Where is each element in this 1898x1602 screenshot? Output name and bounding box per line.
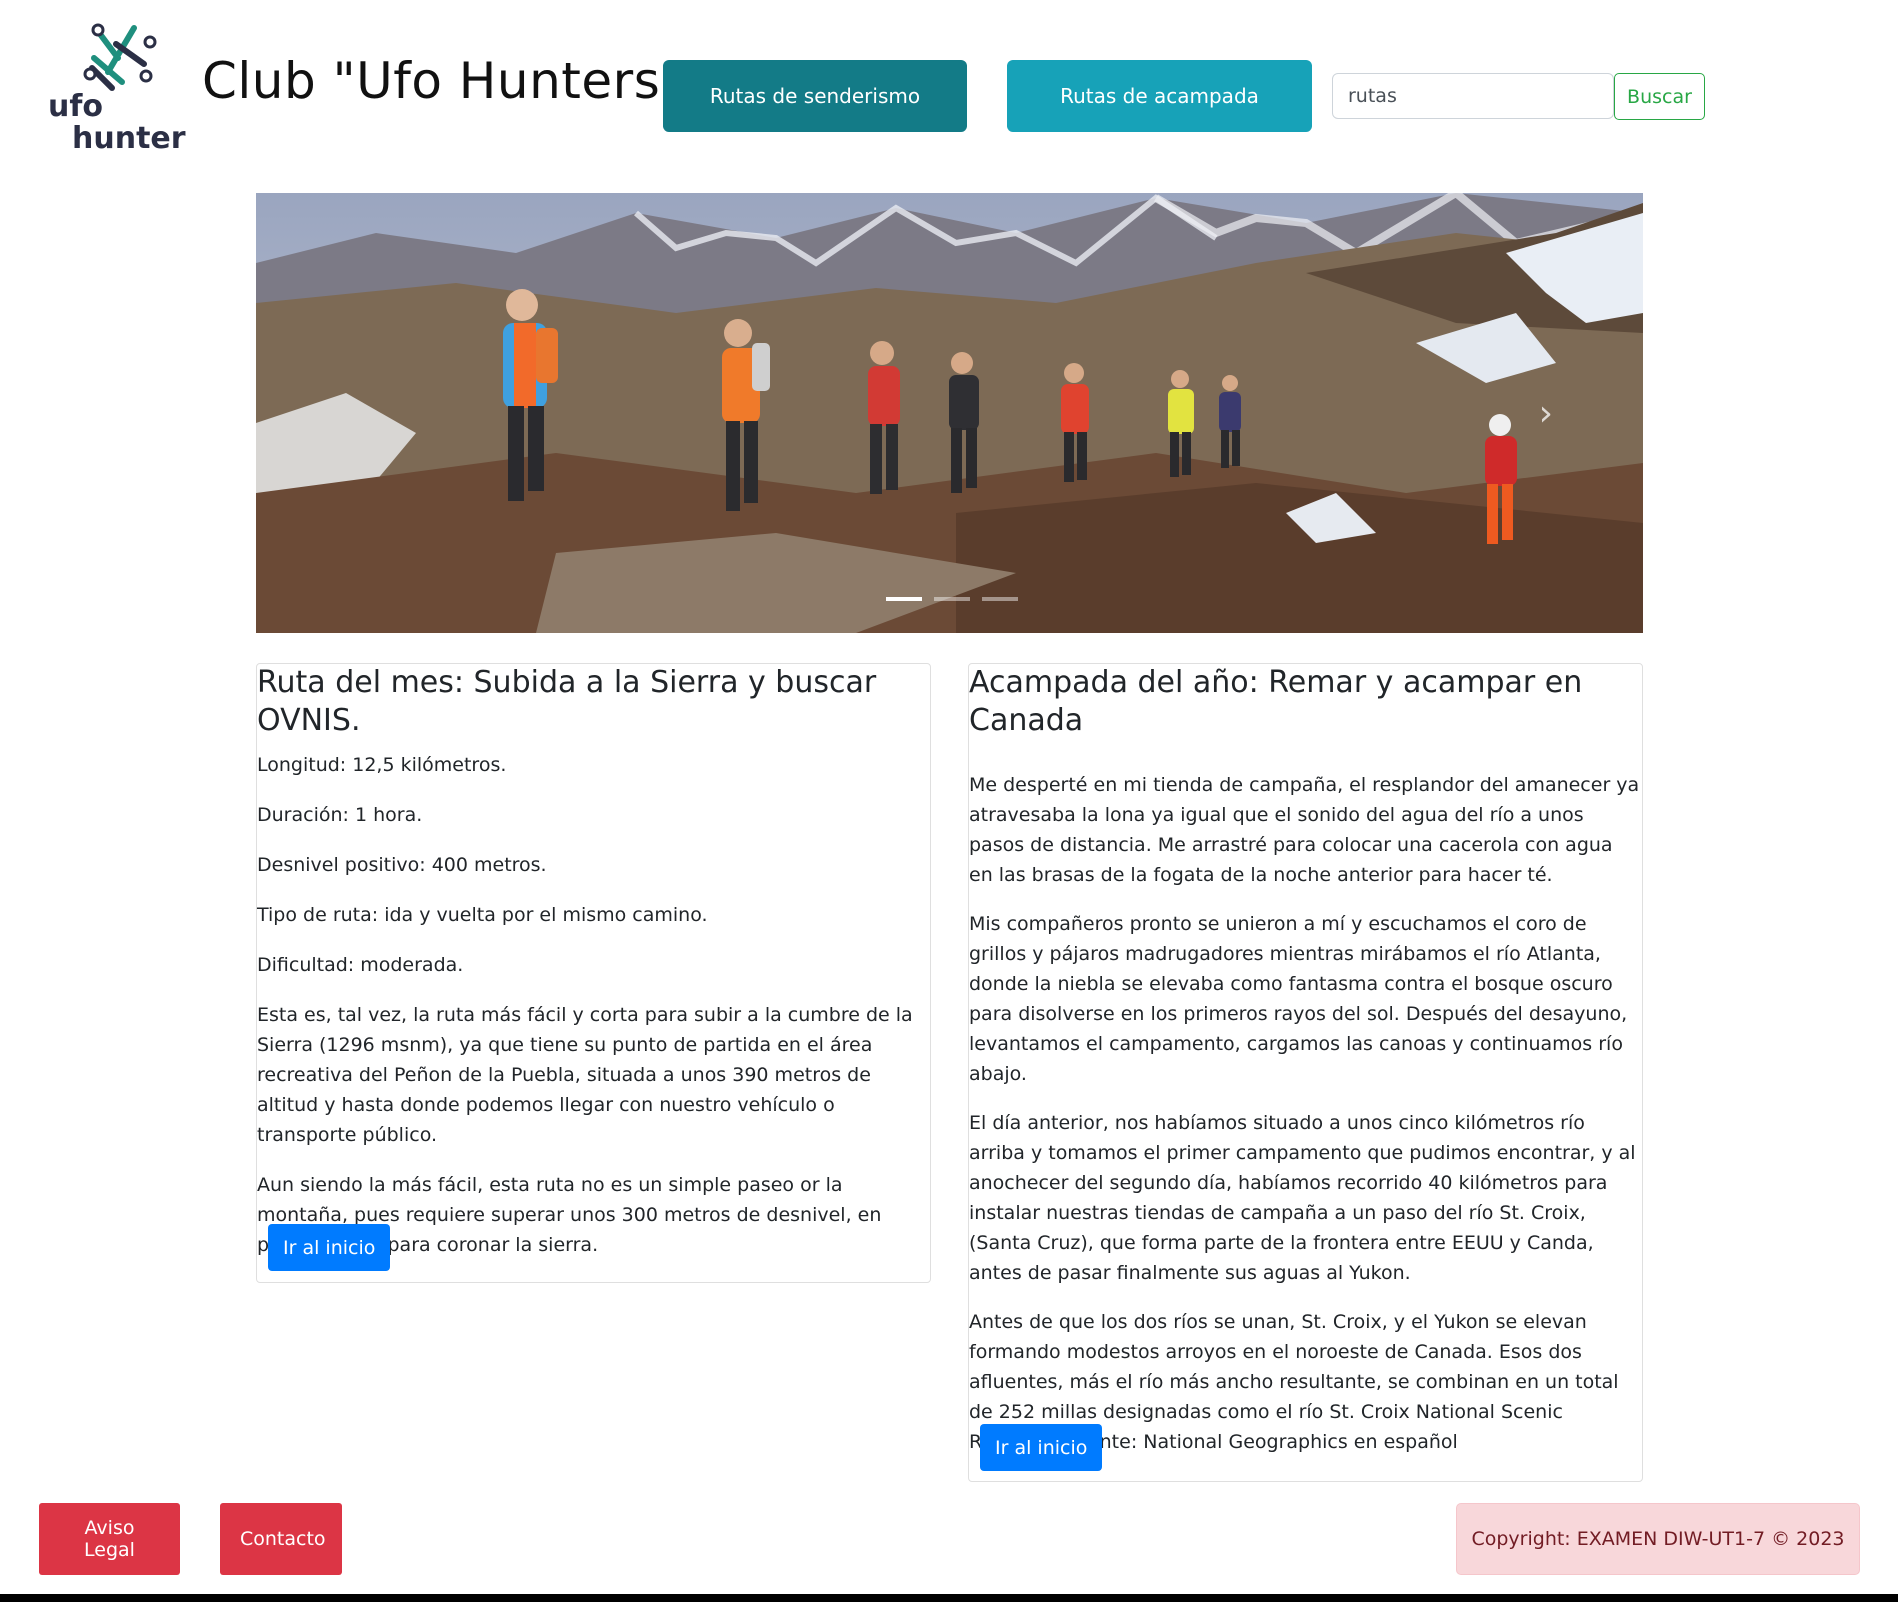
camp-of-year-card: Acampada del año: Remar y acampar en Can… — [968, 663, 1643, 1482]
logo-text-ufo: ufo — [48, 89, 103, 124]
route-elevation: Desnivel positivo: 400 metros. — [257, 854, 547, 876]
bottom-bar — [0, 1594, 1898, 1602]
copyright-notice: Copyright: EXAMEN DIW-UT1-7 © 2023 — [1456, 1503, 1860, 1575]
carousel-indicator-3[interactable] — [982, 597, 1018, 601]
camp-go-top-button[interactable]: Ir al inicio — [980, 1424, 1103, 1471]
logo-mark-icon — [83, 23, 157, 91]
route-length: Longitud: 12,5 kilómetros. — [257, 754, 507, 776]
search-button[interactable]: Buscar — [1614, 73, 1705, 120]
carousel-hikers-image — [256, 193, 1643, 633]
camp-paragraph-1: Me desperté en mi tienda de campaña, el … — [969, 774, 1640, 886]
camp-paragraph-3: El día anterior, nos habíamos situado a … — [969, 1112, 1636, 1284]
camp-card-title: Acampada del año: Remar y acampar en Can… — [969, 665, 1583, 738]
carousel-indicator-2[interactable] — [934, 597, 970, 601]
hiking-routes-button[interactable]: Rutas de senderismo — [663, 60, 967, 132]
route-of-month-card: Ruta del mes: Subida a la Sierra y busca… — [256, 663, 931, 1283]
route-description-1: Esta es, tal vez, la ruta más fácil y co… — [257, 1004, 913, 1146]
camp-paragraph-2: Mis compañeros pronto se unieron a mí y … — [969, 913, 1628, 1085]
route-go-top-button[interactable]: Ir al inicio — [268, 1224, 391, 1271]
legal-notice-button[interactable]: Aviso Legal — [39, 1503, 180, 1575]
site-title: Club "Ufo Hunters" — [202, 52, 684, 110]
carousel-indicators — [886, 597, 1018, 601]
logo-text-hunter: hunter — [72, 121, 186, 156]
route-card-title: Ruta del mes: Subida a la Sierra y busca… — [257, 665, 877, 738]
camping-routes-button[interactable]: Rutas de acampada — [1007, 60, 1312, 132]
image-carousel[interactable]: › — [256, 193, 1643, 633]
search-input[interactable] — [1332, 73, 1614, 119]
contact-button[interactable]: Contacto — [220, 1503, 342, 1575]
route-type: Tipo de ruta: ida y vuelta por el mismo … — [257, 904, 708, 926]
carousel-next-icon[interactable]: › — [1539, 393, 1553, 434]
route-duration: Duración: 1 hora. — [257, 804, 423, 826]
ufo-hunter-logo[interactable]: ufo hunter — [38, 16, 190, 166]
carousel-indicator-1[interactable] — [886, 597, 922, 601]
route-difficulty: Dificultad: moderada. — [257, 954, 464, 976]
